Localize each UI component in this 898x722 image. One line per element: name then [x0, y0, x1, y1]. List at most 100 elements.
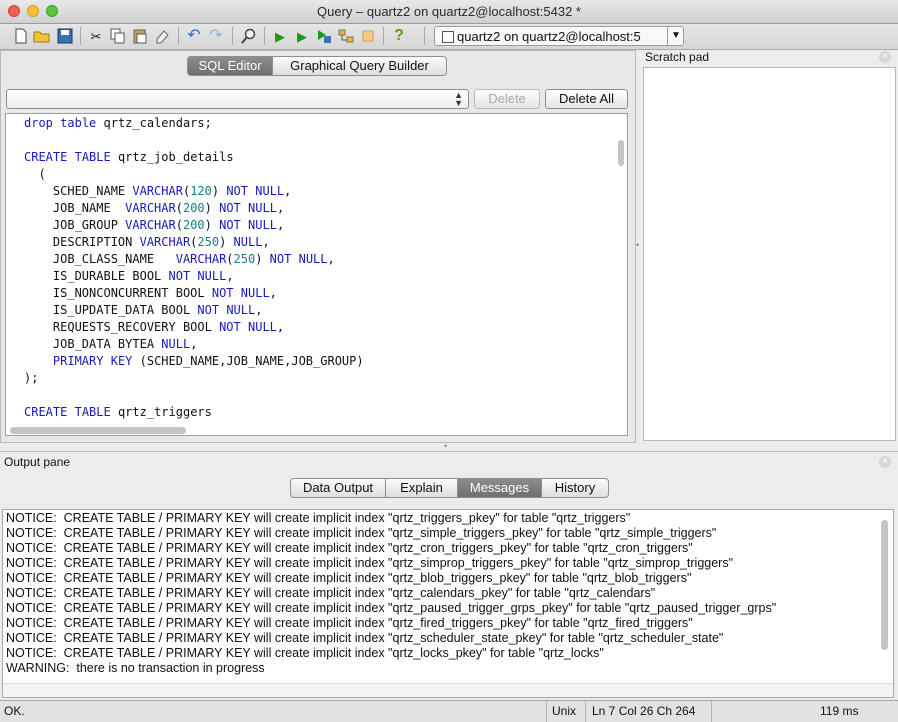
close-icon[interactable]: ×: [879, 51, 891, 63]
code-token: ,: [276, 320, 285, 334]
code-token: NULL: [233, 235, 263, 249]
code-token: 250: [197, 235, 220, 249]
message-line: NOTICE: CREATE TABLE / PRIMARY KEY will …: [6, 511, 631, 525]
status-divider: [585, 701, 586, 722]
toolbar-separator: [424, 27, 425, 45]
code-token: VARCHAR: [125, 201, 176, 215]
code-token: NULL: [226, 303, 256, 317]
status-divider: [546, 701, 547, 722]
message-line: NOTICE: CREATE TABLE / PRIMARY KEY will …: [6, 601, 777, 615]
code-line: JOB_CLASS_NAME VARCHAR(250) NOT NULL,: [24, 251, 364, 268]
code-token: NULL: [298, 252, 328, 266]
code-token: NOT: [219, 320, 241, 334]
save-icon[interactable]: [56, 27, 74, 45]
code-token: );: [24, 371, 39, 385]
vertical-scrollbar[interactable]: [618, 140, 624, 166]
delete-all-button[interactable]: Delete All: [545, 89, 628, 109]
horizontal-splitter-grip[interactable]: •: [444, 441, 447, 451]
query-history-select[interactable]: ▲ ▼: [6, 89, 469, 109]
message-line: NOTICE: CREATE TABLE / PRIMARY KEY will …: [6, 616, 693, 630]
code-token: NULL: [240, 286, 270, 300]
copy-icon[interactable]: [109, 27, 127, 45]
code-line: SCHED_NAME VARCHAR(120) NOT NULL,: [24, 183, 364, 200]
code-token: ): [211, 184, 227, 198]
execute-pgscript-icon[interactable]: ▶: [293, 27, 311, 45]
redo-icon[interactable]: ↷: [207, 27, 225, 45]
toolbar-separator: [264, 27, 265, 45]
vertical-splitter-grip[interactable]: •: [636, 240, 639, 250]
code-token: ,: [226, 269, 234, 283]
code-line: REQUESTS_RECOVERY BOOL NOT NULL,: [24, 319, 364, 336]
tab-history[interactable]: History: [542, 478, 609, 498]
output-pane-title: Output pane: [4, 455, 71, 469]
toolbar-separator: [80, 27, 81, 45]
connection-select[interactable]: quartz2 on quartz2@localhost:5 ▼: [434, 26, 684, 46]
connection-label: quartz2 on quartz2@localhost:5: [457, 29, 641, 44]
tab-sql-editor[interactable]: SQL Editor: [187, 56, 273, 76]
code-token: NOT: [211, 286, 234, 300]
new-file-icon[interactable]: [12, 27, 30, 45]
connection-checkbox[interactable]: [442, 31, 454, 43]
code-token: NOT: [219, 218, 241, 232]
delete-button[interactable]: Delete: [474, 89, 540, 109]
code-token: table: [60, 116, 97, 130]
code-token: (: [175, 218, 183, 232]
code-token: IS_DURABLE BOOL: [24, 269, 169, 283]
scratch-pad-textarea[interactable]: [643, 67, 896, 441]
clear-icon[interactable]: [153, 27, 171, 45]
code-token: VARCHAR: [175, 252, 227, 266]
code-token: ): [204, 218, 220, 232]
code-token: (SCHED_NAME,JOB_NAME,JOB_GROUP): [132, 354, 364, 368]
code-line: JOB_GROUP VARCHAR(200) NOT NULL,: [24, 217, 364, 234]
code-line: drop table qrtz_calendars;: [24, 115, 364, 132]
execute-icon[interactable]: ▶: [271, 27, 289, 45]
tab-data-output[interactable]: Data Output: [290, 478, 386, 498]
toolbar-separator: [232, 27, 233, 45]
code-line: JOB_DATA BYTEA NULL,: [24, 336, 364, 353]
code-token: JOB_DATA BYTEA: [24, 337, 162, 351]
code-token: ,: [276, 218, 285, 232]
code-token: TABLE: [74, 405, 111, 419]
code-token: (: [226, 252, 234, 266]
window-title: Query – quartz2 on quartz2@localhost:543…: [317, 4, 581, 19]
tab-graphical-query-builder[interactable]: Graphical Query Builder: [273, 56, 447, 76]
vertical-scrollbar[interactable]: [881, 520, 888, 650]
code-token: NOT: [168, 269, 191, 283]
undo-icon[interactable]: ↶: [185, 27, 203, 45]
explain-icon[interactable]: [337, 27, 355, 45]
sql-code-editor[interactable]: drop table qrtz_calendars; CREATE TABLE q…: [5, 113, 628, 436]
tab-explain[interactable]: Explain: [386, 478, 458, 498]
code-token: ,: [262, 235, 270, 249]
code-token: ,: [327, 252, 335, 266]
code-token: IS_UPDATE_DATA BOOL: [24, 303, 198, 317]
execute-to-file-icon[interactable]: [315, 27, 333, 45]
horizontal-scrollbar[interactable]: [10, 427, 186, 434]
message-line: NOTICE: CREATE TABLE / PRIMARY KEY will …: [6, 571, 692, 585]
code-token: qrtz_job_details: [110, 150, 234, 164]
code-line: CREATE TABLE qrtz_job_details: [24, 149, 364, 166]
close-icon[interactable]: ×: [879, 456, 891, 468]
open-folder-icon[interactable]: [33, 27, 51, 45]
code-line: IS_DURABLE BOOL NOT NULL,: [24, 268, 364, 285]
message-line: WARNING: there is no transaction in prog…: [6, 661, 265, 675]
scratch-pad-title: Scratch pad: [645, 50, 710, 64]
tab-messages[interactable]: Messages: [458, 478, 542, 498]
paste-icon[interactable]: [131, 27, 149, 45]
cut-icon[interactable]: ✂: [87, 27, 105, 45]
find-icon[interactable]: [240, 27, 258, 45]
messages-output[interactable]: NOTICE: CREATE TABLE / PRIMARY KEY will …: [2, 509, 894, 698]
cancel-icon[interactable]: [359, 27, 377, 45]
code-token: ,: [190, 337, 198, 351]
horizontal-scrollbar-track[interactable]: [3, 683, 893, 697]
code-token: VARCHAR: [139, 235, 191, 249]
chevron-down-icon[interactable]: ▼: [667, 27, 684, 45]
help-icon[interactable]: ?: [390, 27, 408, 45]
code-token: qrtz_triggers: [110, 405, 212, 419]
toolbar-separator: [383, 27, 384, 45]
